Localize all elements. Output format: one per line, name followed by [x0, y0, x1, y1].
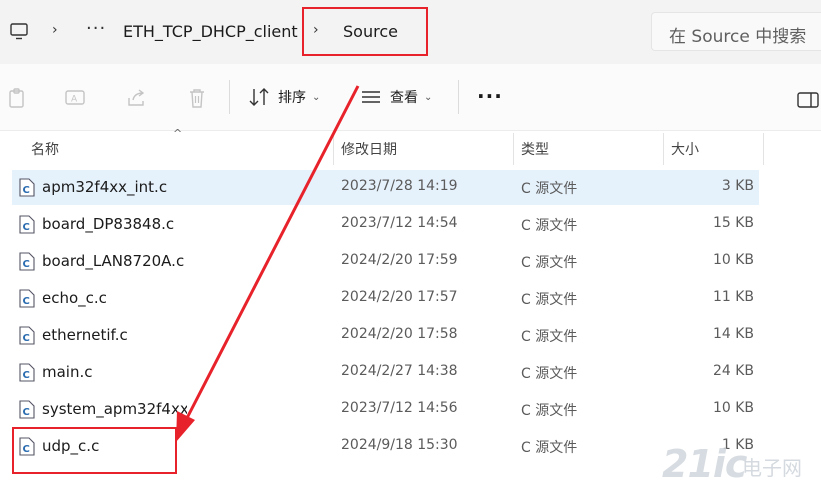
watermark-logo: 21ic	[662, 442, 747, 486]
watermark-text: 电子网	[742, 456, 802, 480]
arrow-shaft	[184, 85, 360, 421]
annotation-arrow	[176, 85, 360, 442]
arrow-head	[176, 411, 195, 442]
watermark: 21ic 电子网	[662, 440, 821, 493]
